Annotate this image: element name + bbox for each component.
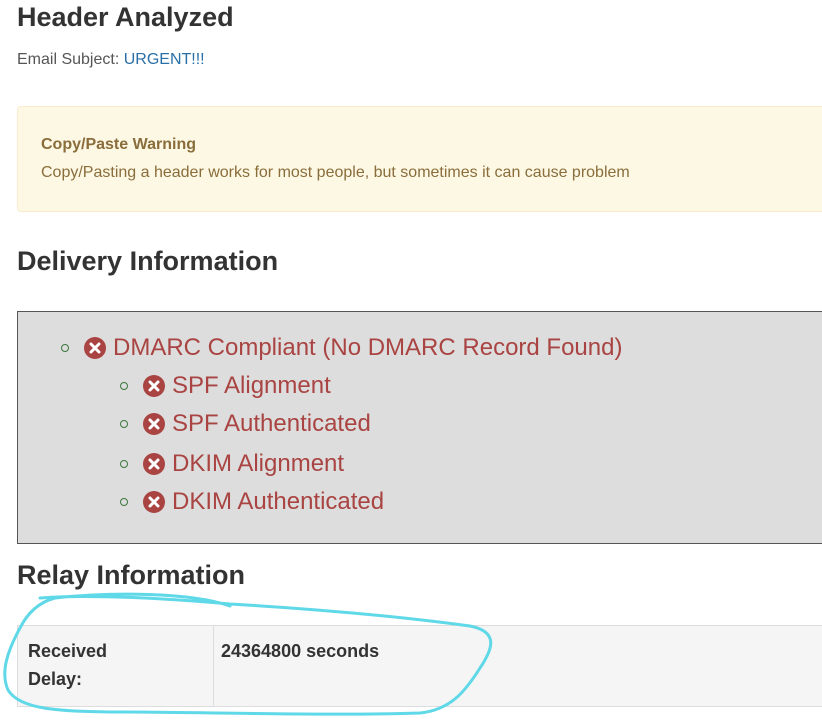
- email-subject-line: Email Subject: URGENT!!!: [17, 51, 205, 69]
- received-delay-value: 24364800 seconds: [221, 641, 380, 661]
- dkim-alignment-item: DKIM Alignment: [120, 450, 344, 478]
- warning-title: Copy/Paste Warning: [41, 136, 196, 153]
- received-delay-label-line2: Delay:: [28, 668, 83, 689]
- spf-alignment-item: SPF Alignment: [120, 372, 331, 400]
- spf-authenticated-item: SPF Authenticated: [120, 410, 371, 438]
- times-circle-icon: [83, 336, 107, 360]
- dkim-authenticated-label: DKIM Authenticated: [172, 488, 385, 515]
- circle-bullet-icon: [120, 498, 128, 506]
- email-subject-label: Email Subject:: [17, 51, 120, 68]
- dmarc-compliant-item: DMARC Compliant (No DMARC Record Found): [61, 334, 622, 362]
- times-circle-icon: [142, 374, 166, 398]
- received-delay-label: Received Delay:: [28, 638, 198, 694]
- delivery-information-panel: DMARC Compliant (No DMARC Record Found) …: [17, 311, 822, 544]
- times-circle-icon: [142, 452, 166, 476]
- warning-text: Copy/Pasting a header works for most peo…: [41, 164, 630, 181]
- circle-bullet-icon: [120, 460, 128, 468]
- copy-paste-warning-alert: Copy/Paste Warning Copy/Pasting a header…: [17, 106, 822, 212]
- circle-bullet-icon: [120, 382, 128, 390]
- table-cell-divider: [213, 626, 214, 706]
- dkim-alignment-label: DKIM Alignment: [172, 450, 345, 477]
- spf-authenticated-label: SPF Authenticated: [172, 410, 371, 437]
- times-circle-icon: [142, 412, 166, 436]
- dkim-authenticated-item: DKIM Authenticated: [120, 488, 384, 516]
- relay-information-heading: Relay Information: [17, 560, 246, 590]
- dmarc-compliant-label: DMARC Compliant (No DMARC Record Found): [113, 334, 623, 361]
- circle-bullet-icon: [120, 420, 128, 428]
- times-circle-icon: [142, 490, 166, 514]
- spf-alignment-label: SPF Alignment: [172, 372, 331, 399]
- circle-bullet-icon: [61, 344, 69, 352]
- delivery-information-heading: Delivery Information: [17, 246, 279, 276]
- email-subject-value: URGENT!!!: [123, 51, 205, 68]
- received-delay-label-line1: Received: [28, 641, 108, 661]
- relay-information-table: Received Delay: 24364800 seconds: [17, 625, 822, 707]
- page-title: Header Analyzed: [17, 2, 234, 32]
